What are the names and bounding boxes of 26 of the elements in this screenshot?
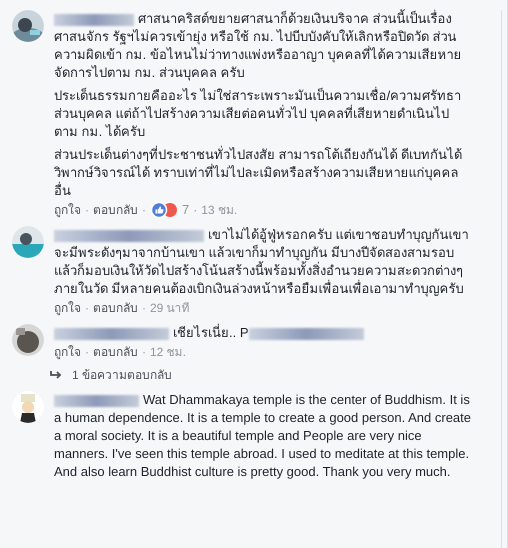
comment-text: เชียไรเนี่ย.. P: [54, 324, 368, 342]
action-link[interactable]: ตอบกลับ: [93, 299, 138, 317]
action-link[interactable]: ถูกใจ: [54, 343, 81, 361]
timestamp: 29 นาที: [150, 300, 190, 317]
timestamp: 12 ชม.: [150, 344, 186, 361]
comment-text: Wat Dhammakaya temple is the center of Buddhism. It is a human dependence. It is a temple to create a good person. And create a moral society. It is a beautiful temple and People are very nice manners. I've seen this temple abroad. I used to meditate at this temple. And also learn Buddhist culture is pretty good. Thank you very much.: [54, 391, 472, 481]
comment-text: ศาสนาคริสต์ขยายศาสนาก็ด้วยเงินบริจาค ส่วนนี้เป็นเรื่องศาสนจักร รัฐฯไม่ควรเข้ายุ่ง หรือใช้ กม. ไปบีบบังคับให้เลิกหรือปิดวัด ส่วนความผิดเข้า กม. ข้อไหนไม่ว่าทางแพ่งหรืออาญา บุคคลที่ได้ความเสียหายจัดการไปตาม กม. ส่วนบุคคล ครับ: [54, 10, 462, 82]
separator-dot: ·: [142, 300, 146, 317]
separator-dot: ·: [85, 344, 89, 361]
separator-dot: ·: [142, 202, 146, 219]
comment-text: ส่วนประเด็นต่างๆที่ประชาชนทั่วไปสงสัย สามารถโต้เถียงกันได้ ดีเบทกันได้วิพากษ์วิจารณ์ได้ ทราบเท่าที่ไม่ไปละเมิดหรือสร้างความเสียหายแก่บุคคลอื่น: [54, 146, 464, 200]
action-link[interactable]: ถูกใจ: [54, 201, 81, 219]
comment-text: ประเด็นธรรมกายคืออะไร ไม่ใช่สาระเพราะมันเป็นความเชื่อ/ความศรัทธาส่วนบุคคล แต่ถ้าไปสร้างความเสียต่อคนทั่วไป บุคคลที่เสียหายดำเนินไปตาม กม. ได้ครับ: [54, 87, 462, 141]
reaction-icons: [150, 202, 180, 218]
action-link[interactable]: ตอบกลับ: [93, 343, 138, 361]
replies-link[interactable]: 1 ข้อความตอบกลับ: [50, 366, 368, 384]
separator-dot: ·: [142, 344, 146, 361]
timestamp: 13 ชม.: [201, 202, 238, 219]
separator-dot: ·: [193, 202, 198, 219]
comment-text: เขาไม่ได้อู้ฟู่หรอกครับ แต่เขาชอบทำบุญกันเขาจะมีพระดังๆมาจากบ้านเขา แล้วเขาก็มาทำบุญกัน มีบางปีจัดสองสามรอบ แล้วก็มอบเงินให้วัดไปสร้างโน้นสร้างนี้พร้อมทั้งสิ่งอำนวยความสะดวกต่างๆภายในวัด มีหลายคนต้องเบิกเงินล่วงหน้าหรือยืมเพื่อนเพื่อเอามาทำบุญครับ: [54, 226, 470, 298]
reply-arrow-icon: [50, 370, 62, 380]
action-link[interactable]: ตอบกลับ: [93, 201, 138, 219]
separator-dot: ·: [85, 300, 89, 317]
separator-dot: ·: [85, 202, 89, 219]
action-link[interactable]: ถูกใจ: [54, 299, 81, 317]
reaction-count: 7: [182, 201, 190, 219]
